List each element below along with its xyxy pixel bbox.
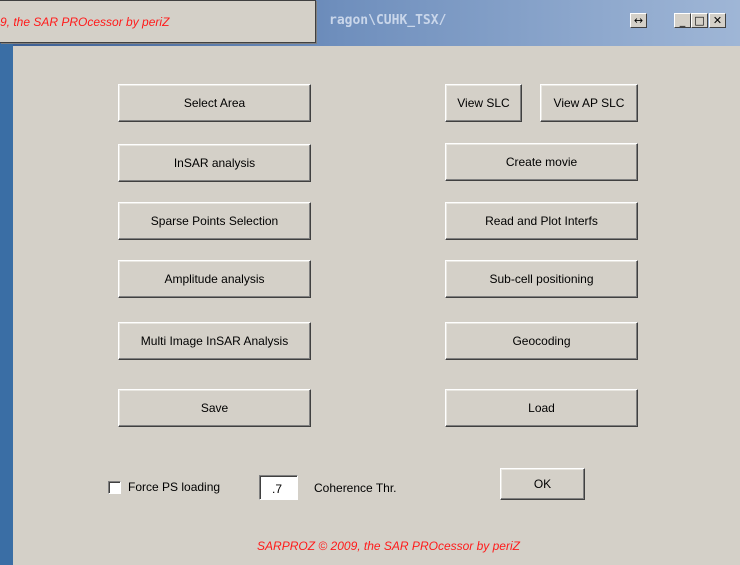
overlapping-window-text: 9, the SAR PROcessor by periZ bbox=[0, 15, 170, 29]
minimize-icon[interactable]: _ bbox=[674, 13, 691, 28]
overlapping-window[interactable]: 9, the SAR PROcessor by periZ bbox=[0, 0, 316, 43]
force-ps-checkbox[interactable] bbox=[108, 481, 121, 494]
save-button[interactable]: Save bbox=[118, 389, 311, 427]
maximize-icon[interactable]: □ bbox=[691, 13, 708, 28]
resize-icon[interactable]: ↔ bbox=[630, 13, 647, 28]
force-ps-label: Force PS loading bbox=[128, 480, 221, 494]
multi-image-insar-button[interactable]: Multi Image InSAR Analysis bbox=[118, 322, 311, 360]
select-area-button[interactable]: Select Area bbox=[118, 84, 311, 122]
window-title: ragon\CUHK_TSX/ bbox=[329, 13, 447, 28]
geocoding-button[interactable]: Geocoding bbox=[445, 322, 638, 360]
coherence-threshold-label: Coherence Thr. bbox=[314, 481, 397, 495]
create-movie-button[interactable]: Create movie bbox=[445, 143, 638, 181]
insar-analysis-button[interactable]: InSAR analysis bbox=[118, 144, 311, 182]
close-icon[interactable]: ✕ bbox=[709, 13, 726, 28]
footer-credit: SARPROZ © 2009, the SAR PROcessor by per… bbox=[0, 539, 740, 553]
amplitude-analysis-button[interactable]: Amplitude analysis bbox=[118, 260, 311, 298]
footer-credit-text: SARPROZ © 2009, the SAR PROcessor by per… bbox=[257, 539, 520, 553]
sparse-points-selection-button[interactable]: Sparse Points Selection bbox=[118, 202, 311, 240]
view-slc-button[interactable]: View SLC bbox=[445, 84, 522, 122]
load-button[interactable]: Load bbox=[445, 389, 638, 427]
subcell-positioning-button[interactable]: Sub-cell positioning bbox=[445, 260, 638, 298]
view-ap-slc-button[interactable]: View AP SLC bbox=[540, 84, 638, 122]
ok-button[interactable]: OK bbox=[500, 468, 585, 500]
coherence-threshold-input[interactable]: .7 bbox=[259, 475, 298, 500]
read-plot-interfs-button[interactable]: Read and Plot Interfs bbox=[445, 202, 638, 240]
